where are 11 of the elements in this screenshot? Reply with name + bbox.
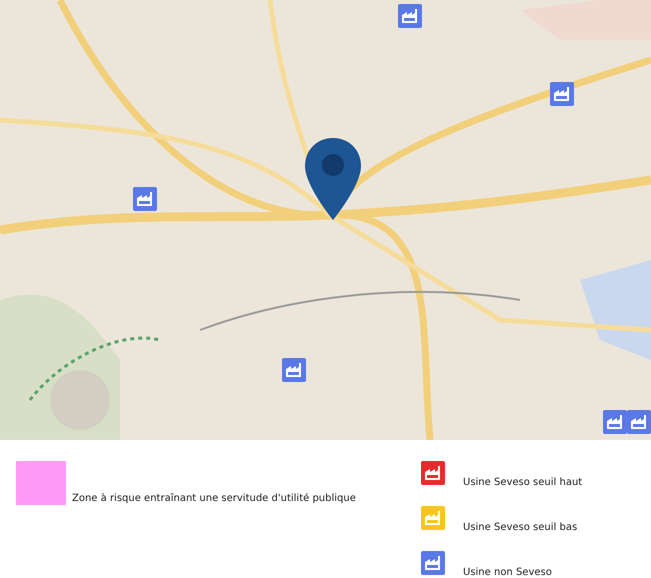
factory-marker-icon[interactable] [603, 410, 627, 434]
legend-label: Usine Seveso seuil bas [463, 522, 578, 534]
factory-marker-icon[interactable] [550, 82, 574, 106]
location-pin-icon[interactable] [305, 138, 361, 220]
factory-marker-icon[interactable] [627, 410, 651, 434]
legend-label: Zone à risque entraînant une servitude d'utilité publique [72, 493, 356, 505]
legend-label: Usine non Seveso [463, 567, 552, 578]
legend-label: Usine Seveso seuil haut [463, 477, 582, 489]
factory-marker-icon[interactable] [133, 187, 157, 211]
factory-marker-icon[interactable] [282, 358, 306, 382]
factory-marker-icon[interactable] [398, 4, 422, 28]
